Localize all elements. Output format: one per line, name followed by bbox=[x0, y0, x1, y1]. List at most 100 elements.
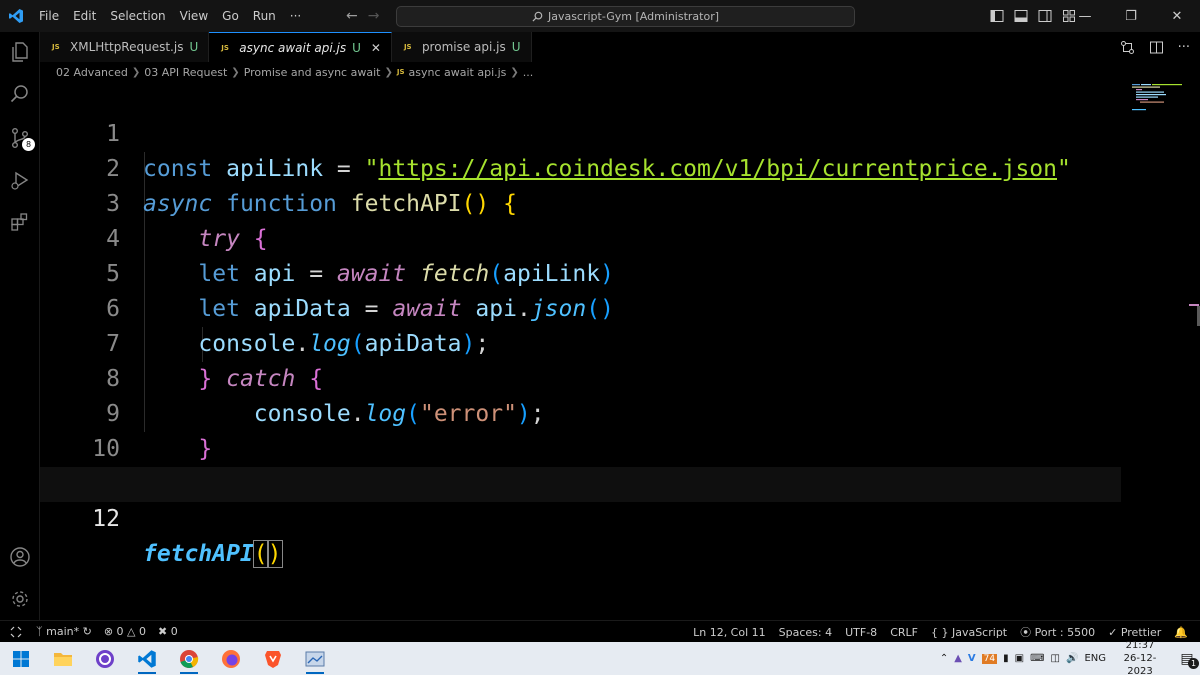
error-icon: ⊗ bbox=[103, 625, 114, 638]
chevron-up-icon[interactable]: ⌃ bbox=[940, 653, 948, 664]
editor-actions: ··· bbox=[1120, 32, 1190, 62]
vertical-scrollbar[interactable] bbox=[1188, 82, 1200, 620]
remote-icon[interactable] bbox=[0, 621, 32, 643]
battery-icon[interactable]: ▮ bbox=[1003, 653, 1009, 664]
window-controls: — ❐ ✕ bbox=[1062, 0, 1200, 32]
tab-label: XMLHttpRequest.js bbox=[70, 40, 184, 54]
extensions-icon[interactable] bbox=[8, 210, 32, 234]
open-changes-icon[interactable] bbox=[1120, 40, 1135, 55]
activity-bar: 8 bbox=[0, 32, 40, 620]
code-editor[interactable]: 1 const apiLink = "https://api.coindesk.… bbox=[40, 82, 1185, 620]
brave-icon[interactable] bbox=[252, 642, 294, 675]
explorer-icon[interactable] bbox=[8, 40, 32, 64]
more-actions-icon[interactable]: ··· bbox=[1178, 40, 1190, 55]
tab-label: async await api.js bbox=[239, 40, 347, 55]
code-line-12: 12 fetchAPI() bbox=[40, 467, 1121, 568]
menu-go[interactable]: Go bbox=[215, 0, 246, 32]
toggle-secondary-sidebar-icon[interactable] bbox=[1038, 9, 1052, 23]
language-label: JavaScript bbox=[951, 625, 1008, 639]
drive-icon[interactable]: ▲ bbox=[954, 653, 962, 664]
js-file-icon: JS bbox=[396, 68, 405, 76]
close-tab-icon[interactable]: ✕ bbox=[371, 41, 381, 55]
js-file-icon: JS bbox=[52, 43, 60, 51]
code-line-9: 9 } bbox=[40, 362, 1121, 462]
sync-icon[interactable]: ↻ bbox=[83, 625, 92, 638]
problems-indicator[interactable]: ⊗ 0 △ 0 bbox=[104, 625, 146, 638]
menu-more[interactable]: ··· bbox=[283, 0, 308, 32]
firefox-icon[interactable] bbox=[210, 642, 252, 675]
app-window-icon[interactable] bbox=[294, 642, 336, 675]
menu-file[interactable]: File bbox=[32, 0, 66, 32]
forward-arrow-icon[interactable]: → bbox=[368, 8, 380, 24]
clock-time: 21:37 bbox=[1125, 640, 1155, 651]
toggle-primary-sidebar-icon[interactable] bbox=[990, 9, 1004, 23]
cursor-position[interactable]: Ln 12, Col 11 bbox=[693, 626, 766, 639]
tab-async-await-api[interactable]: JS async await api.js U ✕ bbox=[209, 32, 392, 62]
minimap[interactable] bbox=[1128, 82, 1188, 112]
git-branch-icon: ᛉ bbox=[36, 625, 43, 638]
tab-xmlhttprequest[interactable]: JS XMLHttpRequest.js U bbox=[40, 32, 210, 62]
tray-badge-icon[interactable]: 74 bbox=[981, 653, 998, 664]
github-desktop-icon[interactable] bbox=[84, 642, 126, 675]
restore-icon[interactable]: ❐ bbox=[1108, 0, 1154, 32]
breadcrumb-item[interactable]: async await api.js bbox=[409, 66, 507, 79]
search-sidebar-icon[interactable] bbox=[8, 82, 32, 106]
breadcrumb-item[interactable]: Promise and async await bbox=[244, 66, 381, 79]
file-explorer-icon[interactable] bbox=[42, 642, 84, 675]
accounts-icon[interactable] bbox=[8, 545, 32, 569]
code-line-1: 1 const apiLink = "https://api.coindesk.… bbox=[40, 82, 1121, 182]
ports-count: 0 bbox=[170, 625, 178, 638]
chevron-right-icon: ❯ bbox=[231, 66, 240, 78]
code-line-10: 10 } bbox=[40, 397, 1121, 497]
settings-gear-icon[interactable] bbox=[8, 587, 32, 611]
menu-selection[interactable]: Selection bbox=[103, 0, 172, 32]
tab-status: U bbox=[352, 40, 361, 55]
vector-icon[interactable]: V bbox=[968, 653, 976, 664]
ports-indicator[interactable]: ✖ 0 bbox=[158, 625, 178, 638]
language-mode[interactable]: { } JavaScript bbox=[931, 626, 1007, 639]
windows-start-icon[interactable] bbox=[0, 642, 42, 675]
vscode-taskbar-icon[interactable] bbox=[126, 642, 168, 675]
command-center-search[interactable]: Javascript-Gym [Administrator] bbox=[396, 6, 855, 27]
speaker-icon[interactable]: 🔊 bbox=[1066, 653, 1078, 664]
system-tray: ⌃ ▲ V 74 ▮ ▣ ⌨ ◫ 🔊 ENG 21:37 26-12-2023 … bbox=[940, 639, 1200, 675]
close-window-icon[interactable]: ✕ bbox=[1154, 0, 1200, 32]
notification-count: 1 bbox=[1188, 657, 1199, 669]
check-double-icon: ✓ bbox=[1108, 625, 1118, 639]
notifications-bell-icon[interactable]: 🔔 bbox=[1174, 626, 1188, 639]
code-line-3: 3 try { bbox=[40, 152, 1121, 252]
menu-run[interactable]: Run bbox=[246, 0, 283, 32]
encoding[interactable]: UTF-8 bbox=[845, 626, 877, 639]
live-server-port[interactable]: ⦿ Port : 5500 bbox=[1020, 624, 1095, 640]
keyboard-icon[interactable]: ⌨ bbox=[1030, 653, 1044, 664]
port-label: Port : 5500 bbox=[1034, 626, 1096, 639]
breadcrumb-item[interactable]: 03 API Request bbox=[144, 66, 227, 79]
tab-promise-api[interactable]: JS promise api.js U bbox=[391, 32, 532, 62]
back-arrow-icon[interactable]: ← bbox=[346, 8, 358, 24]
breadcrumb-item[interactable]: 02 Advanced bbox=[56, 66, 128, 79]
line-ending[interactable]: CRLF bbox=[890, 626, 918, 639]
prettier-status[interactable]: ✓ Prettier bbox=[1108, 626, 1161, 639]
split-editor-icon[interactable] bbox=[1149, 40, 1164, 55]
network-icon[interactable]: ◫ bbox=[1051, 653, 1060, 664]
language-indicator[interactable]: ENG bbox=[1084, 653, 1106, 664]
js-file-icon: JS bbox=[403, 43, 412, 51]
branch-indicator[interactable]: ᛉ main* ↻ bbox=[36, 625, 92, 638]
warning-icon: △ bbox=[127, 625, 136, 638]
chrome-icon[interactable] bbox=[168, 642, 210, 675]
display-icon[interactable]: ▣ bbox=[1015, 653, 1024, 664]
clock[interactable]: 21:37 26-12-2023 bbox=[1112, 639, 1168, 675]
menu-view[interactable]: View bbox=[173, 0, 215, 32]
token: ) bbox=[266, 540, 283, 568]
minimize-icon[interactable]: — bbox=[1062, 0, 1108, 32]
menu-edit[interactable]: Edit bbox=[66, 0, 103, 32]
toggle-panel-icon[interactable] bbox=[1014, 9, 1028, 23]
breadcrumb-item[interactable]: ... bbox=[523, 66, 534, 79]
code-line-7: 7 } catch { bbox=[40, 292, 1121, 392]
indentation[interactable]: Spaces: 4 bbox=[779, 626, 832, 639]
vscode-logo-icon[interactable] bbox=[0, 0, 32, 32]
notification-center-icon[interactable]: ▤ 1 bbox=[1174, 651, 1200, 669]
run-debug-icon[interactable] bbox=[8, 168, 32, 192]
ports-icon: ✖ bbox=[158, 625, 168, 638]
chevron-right-icon: ❯ bbox=[510, 66, 519, 78]
